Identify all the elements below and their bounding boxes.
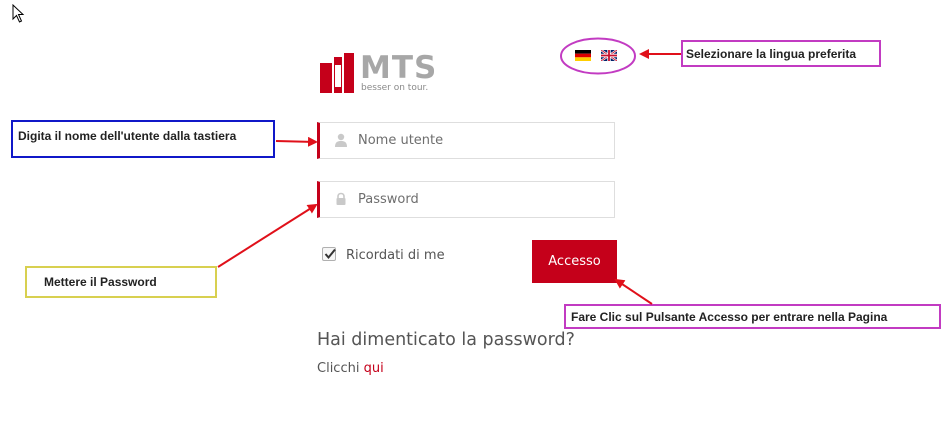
arrow-username [275,136,318,147]
arrow-password [217,203,318,268]
login-button[interactable]: Accesso [532,240,617,283]
username-input[interactable] [358,123,608,158]
password-input[interactable] [358,182,608,217]
remember-label: Ricordati di me [346,248,445,263]
mts-logo-mark-icon [320,53,354,93]
mts-logo: MTS besser on tour. [320,50,440,95]
checkmark-icon [324,248,336,260]
forgot-password-line: Clicchi qui [317,361,384,376]
remember-checkbox[interactable] [322,247,336,261]
user-icon [335,133,347,147]
arrow-submit [614,278,653,305]
forgot-password-link[interactable]: qui [364,361,384,376]
password-field[interactable] [317,181,615,218]
callout-password: Mettere il Password [25,266,217,298]
logo-brand-text: MTS [360,50,438,86]
lock-icon [336,192,346,205]
callout-language: Selezionare la lingua preferita [681,40,881,67]
mouse-pointer-icon [12,4,25,23]
username-field[interactable] [317,122,615,159]
callout-submit: Fare Clic sul Pulsante Accesso per entra… [564,304,941,329]
forgot-password-heading: Hai dimenticato la password? [317,330,575,350]
callout-username: Digita il nome dell'utente dalla tastier… [11,120,275,158]
language-highlight-ellipse [560,37,636,75]
forgot-password-prompt: Clicchi [317,361,360,376]
logo-tagline: besser on tour. [361,83,429,93]
